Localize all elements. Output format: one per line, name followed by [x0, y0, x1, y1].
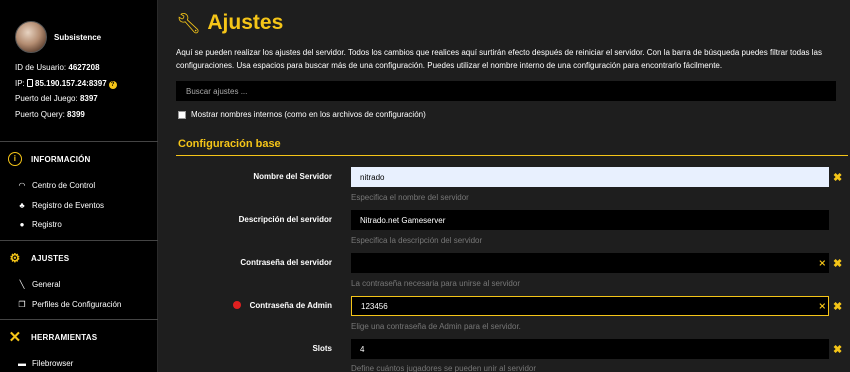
sidebar-item-perfiles[interactable]: ❐ Perfiles de Configuración: [0, 295, 158, 315]
required-indicator: [232, 301, 241, 309]
ip-row: IP: 85.190.157.24:8397?: [15, 76, 157, 92]
nav-header-herramientas[interactable]: ✕ HERRAMIENTAS: [0, 320, 158, 354]
nav-header-label: HERRAMIENTAS: [31, 332, 98, 342]
server-header: Subsistence: [0, 0, 157, 54]
admin-password-input[interactable]: 123456: [351, 296, 829, 316]
setting-slots: Slots 4 ✖: [170, 339, 850, 359]
eye-slash-icon[interactable]: ⨯: [818, 258, 826, 269]
server-avatar: [15, 21, 47, 53]
user-id-value: 4627208: [68, 63, 100, 72]
folder-icon: ▬: [18, 359, 26, 369]
field-label: Contraseña de Admin: [232, 301, 332, 310]
user-id-label: ID de Usuario:: [15, 63, 67, 72]
server-info: ID de Usuario: 4627208 IP: 85.190.157.24…: [0, 54, 157, 122]
sidebar-item-label: General: [32, 280, 61, 290]
page-header: 🔧︎ Ajustes: [170, 0, 850, 46]
nav-header-label: INFORMACIÓN: [31, 154, 91, 164]
game-port-label: Puerto del Juego:: [15, 94, 78, 103]
sidebar-item-registro-de-eventos[interactable]: ♣ Registro de Eventos: [0, 196, 158, 216]
main-content: 🔧︎ Ajustes Aquí se pueden realizar los a…: [170, 0, 850, 372]
setting-server-password: Contraseña del servidor ⨯ ✖: [170, 253, 850, 273]
gears-icon: ⚙: [9, 251, 21, 265]
field-label: Slots: [312, 344, 332, 353]
sidebar-item-filebrowser[interactable]: ▬ Filebrowser: [0, 354, 158, 372]
eye-slash-icon[interactable]: ⨯: [818, 301, 826, 312]
eye-icon: ●: [19, 220, 25, 230]
setting-admin-password: Contraseña de Admin 123456 ⨯ ✖: [170, 296, 850, 316]
field-hint: Especifica el nombre del servidor: [351, 193, 469, 202]
search-input[interactable]: [176, 81, 836, 101]
show-internal-names-label: Mostrar nombres internos (como en los ar…: [191, 110, 426, 119]
field-label: Contraseña del servidor: [240, 258, 332, 267]
server-password-input[interactable]: [351, 253, 829, 273]
show-internal-names-option[interactable]: Mostrar nombres internos (como en los ar…: [178, 110, 850, 119]
nav-header-ajustes[interactable]: ⚙ AJUSTES: [0, 241, 158, 275]
reset-icon[interactable]: ✖: [833, 171, 842, 184]
slots-input[interactable]: 4: [351, 339, 829, 359]
query-port-label: Puerto Query:: [15, 109, 65, 119]
help-icon[interactable]: ?: [108, 80, 117, 89]
server-name-input[interactable]: nitrado: [351, 167, 829, 187]
field-label: Descripción del servidor: [238, 215, 332, 224]
nav-section-informacion: i INFORMACIÓN ◠ Centro de Control ♣ Regi…: [0, 141, 158, 235]
sidebar-item-label: Filebrowser: [32, 359, 74, 369]
ip-value: 85.190.157.24:8397: [35, 78, 107, 88]
setting-server-name: Nombre del Servidor nitrado ✖: [170, 167, 850, 187]
page-title: Ajustes: [207, 11, 284, 34]
sidebar: Subsistence ID de Usuario: 4627208 IP: 8…: [0, 0, 158, 372]
copy-icon: ❐: [18, 299, 26, 309]
tools-icon: ✕: [8, 329, 22, 346]
sidebar-item-registro[interactable]: ● Registro: [0, 215, 158, 235]
wrench-icon: ╲: [19, 280, 25, 290]
nav-section-herramientas: ✕ HERRAMIENTAS ▬ Filebrowser: [0, 319, 158, 372]
server-name: Subsistence: [54, 32, 102, 42]
sidebar-item-centro-de-control[interactable]: ◠ Centro de Control: [0, 176, 158, 196]
show-internal-names-checkbox[interactable]: [178, 110, 186, 119]
server-description-input[interactable]: Nitrado.net Gameserver: [351, 210, 829, 230]
setting-server-description: Descripción del servidor Nitrado.net Gam…: [170, 210, 850, 230]
info-circle-icon: i: [8, 152, 22, 166]
bell-icon: ♣: [19, 200, 25, 210]
query-port-value: 8399: [67, 109, 85, 119]
reset-icon[interactable]: ✖: [833, 257, 842, 270]
gauge-icon: ◠: [18, 181, 26, 191]
section-divider: [176, 155, 848, 156]
game-port-row: Puerto del Juego: 8397: [15, 91, 157, 107]
field-hint: La contraseña necesaria para unirse al s…: [351, 279, 520, 288]
user-id-row: ID de Usuario: 4627208: [15, 60, 157, 76]
wrench-icon: 🔧︎: [176, 12, 202, 35]
sidebar-item-label: Perfiles de Configuración: [32, 299, 122, 309]
field-label: Nombre del Servidor: [253, 172, 332, 181]
nav-section-ajustes: ⚙ AJUSTES ╲ General ❐ Perfiles de Config…: [0, 240, 158, 314]
page-description: Aquí se pueden realizar los ajustes del …: [176, 48, 822, 70]
reset-icon[interactable]: ✖: [833, 300, 842, 313]
sidebar-item-general[interactable]: ╲ General: [0, 275, 158, 295]
sidebar-item-label: Centro de Control: [32, 181, 96, 191]
field-hint: Especifica la descripción del servidor: [351, 236, 483, 245]
nav-header-informacion[interactable]: i INFORMACIÓN: [0, 142, 158, 176]
sidebar-item-label: Registro de Eventos: [32, 200, 105, 210]
reset-icon[interactable]: ✖: [833, 343, 842, 356]
section-title: Configuración base: [178, 138, 281, 150]
game-port-value: 8397: [79, 94, 98, 103]
ip-label: IP:: [15, 78, 25, 88]
field-label-text: Contraseña de Admin: [249, 301, 332, 310]
query-port-row: Puerto Query: 8399: [15, 107, 157, 123]
sidebar-item-label: Registro: [32, 220, 62, 230]
clipboard-icon[interactable]: [27, 78, 34, 87]
nav-header-label: AJUSTES: [31, 253, 70, 263]
field-hint: Define cuántos jugadores se pueden unir …: [351, 364, 537, 372]
field-hint: Elige una contraseña de Admin para el se…: [351, 322, 521, 331]
